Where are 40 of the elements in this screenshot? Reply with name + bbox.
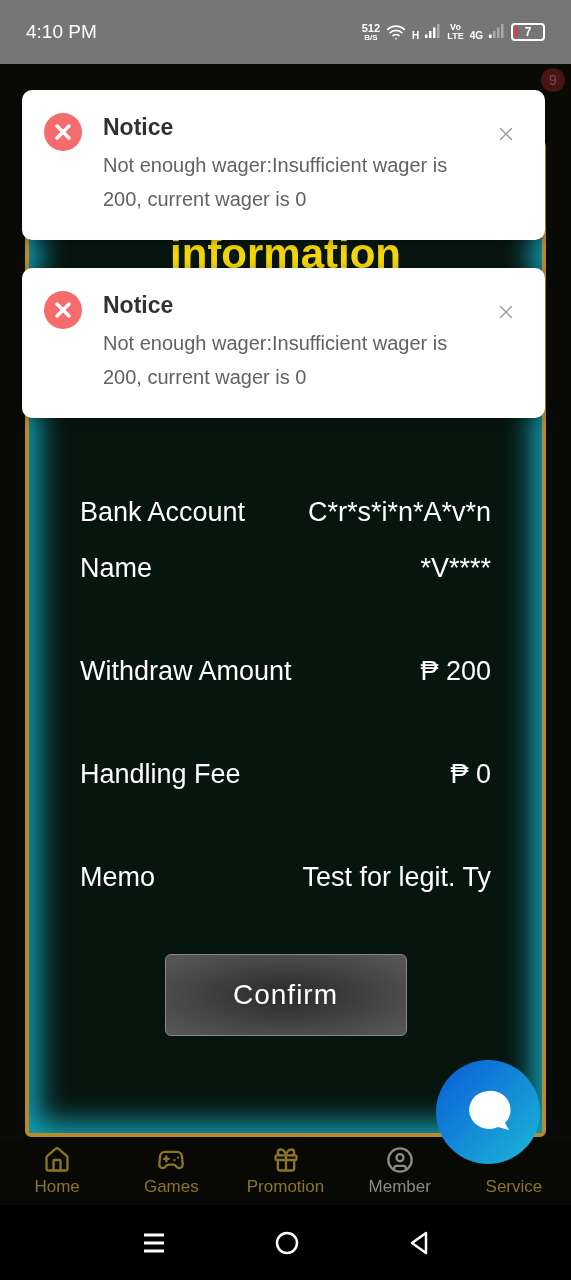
battery-level: 7 [524, 24, 532, 41]
field-value: *V**** [420, 551, 491, 585]
notice-title: Notice [103, 113, 175, 142]
menu-icon[interactable] [142, 1231, 165, 1254]
notice-message: Not enough wager:Insufficient wager is 200, current wager is 0 [103, 331, 449, 390]
nav-icon [271, 1145, 300, 1174]
wifi-icon [386, 22, 407, 42]
volte-label: LTE [447, 32, 464, 41]
nav-tab[interactable]: Home [34, 1145, 80, 1205]
field-value: Test for legit. Ty [302, 860, 491, 894]
speed-unit: B/S [364, 33, 378, 42]
error-icon [44, 113, 82, 151]
nav-tab[interactable]: Promotion [246, 1145, 325, 1205]
clock: 4:10 PM [26, 19, 97, 44]
nav-tab[interactable]: Service [485, 1173, 543, 1205]
signal-icon [489, 24, 505, 40]
confirm-button[interactable]: Confirm [164, 954, 407, 1036]
network-type: H [412, 28, 420, 43]
network-type: 4G [469, 28, 483, 43]
volte-label: Vo [450, 23, 461, 32]
field-value: ₱ 0 [450, 757, 491, 791]
dialog-title: information [170, 230, 401, 278]
signal-icon [425, 24, 442, 40]
speed-value: 512 [361, 22, 381, 34]
field-label: Memo [80, 860, 155, 894]
nav-tab[interactable]: Member [368, 1145, 431, 1205]
error-icon [44, 291, 82, 329]
nav-tab[interactable]: Games [143, 1145, 199, 1205]
field-value: ₱ 200 [420, 654, 491, 688]
field-label: Name [80, 551, 153, 585]
field-label: Bank Account [80, 495, 246, 529]
nav-icon [385, 1145, 414, 1174]
field-value: C*r*s*i*n*A*v*n [307, 495, 491, 529]
notice-message: Not enough wager:Insufficient wager is 200, current wager is 0 [103, 153, 449, 212]
nav-icon [43, 1145, 72, 1174]
home-circle-icon[interactable] [274, 1230, 299, 1255]
notice-title: Notice [103, 291, 175, 320]
field-label: Handling Fee [80, 757, 241, 791]
field-label: Withdraw Amount [80, 654, 292, 688]
back-icon[interactable] [408, 1230, 429, 1255]
